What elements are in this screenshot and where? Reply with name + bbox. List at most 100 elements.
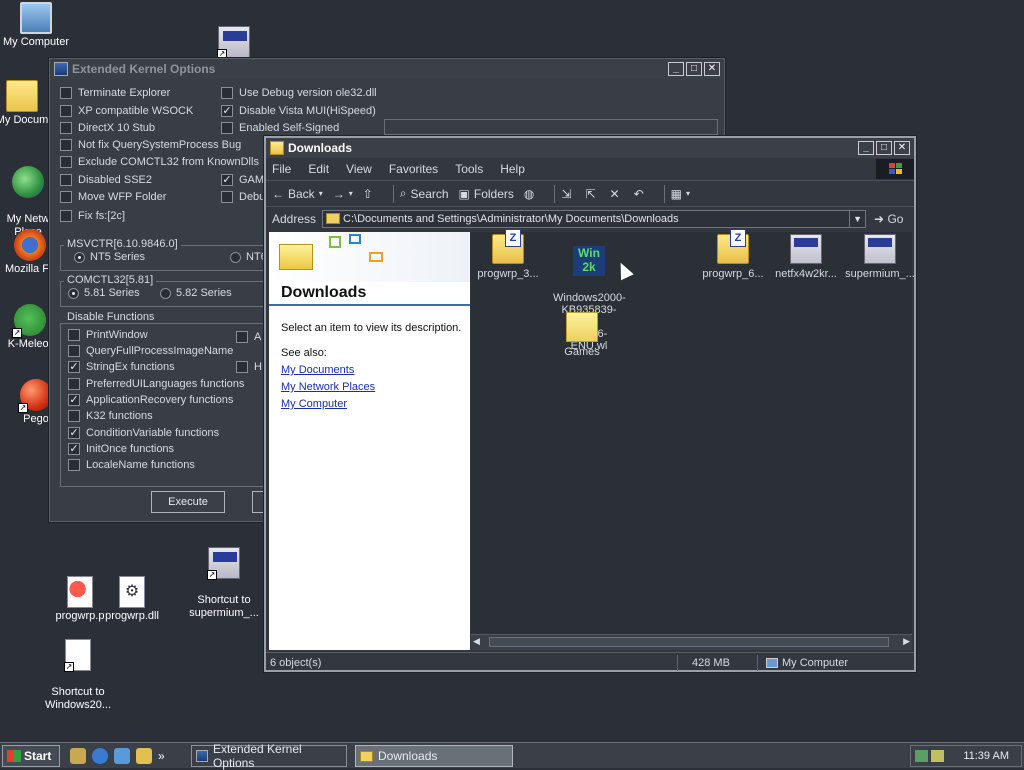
up-folder-button[interactable]: ⇧ bbox=[363, 187, 377, 201]
quick-launch-overflow-icon[interactable]: » bbox=[158, 749, 165, 763]
maximize-button[interactable]: □ bbox=[686, 62, 702, 76]
history-button[interactable]: ◍ bbox=[524, 187, 538, 201]
desktop-icon-progwrp-dll[interactable]: ⚙ progwrp.dll bbox=[92, 576, 172, 623]
menu-file[interactable]: File bbox=[272, 162, 291, 176]
radio-582[interactable]: 5.82 Series bbox=[160, 287, 232, 299]
close-button[interactable]: ✕ bbox=[894, 141, 910, 155]
radio-nt5[interactable]: NT5 Series bbox=[74, 251, 145, 263]
checkbox-move-wfp[interactable]: Move WFP Folder bbox=[60, 191, 166, 203]
radio-dot[interactable] bbox=[230, 251, 241, 263]
checkbox-printwindow[interactable]: PrintWindow bbox=[68, 329, 148, 341]
menu-favorites[interactable]: Favorites bbox=[389, 162, 438, 176]
go-button[interactable]: ➜ Go bbox=[874, 212, 903, 226]
menu-help[interactable]: Help bbox=[500, 162, 525, 176]
checkbox-box[interactable] bbox=[68, 459, 80, 471]
checkbox-gam[interactable]: ✓ GAM bbox=[221, 174, 264, 186]
internet-explorer-icon[interactable] bbox=[92, 747, 108, 764]
scroll-left-icon[interactable]: ◀ bbox=[473, 636, 480, 647]
maximize-button[interactable]: □ bbox=[876, 141, 892, 155]
address-input[interactable]: C:\Documents and Settings\Administrator\… bbox=[322, 209, 867, 228]
back-button[interactable]: ← Back ▾ bbox=[272, 187, 323, 201]
volume-tray-icon[interactable] bbox=[931, 750, 944, 762]
scroll-right-icon[interactable]: ▶ bbox=[903, 636, 910, 647]
checkbox-box[interactable] bbox=[68, 410, 80, 422]
views-button[interactable]: ▦ ▾ bbox=[671, 187, 690, 201]
radio-dot[interactable] bbox=[160, 287, 171, 299]
file-item[interactable]: progwrp_3... bbox=[472, 229, 544, 280]
checkbox-box[interactable] bbox=[68, 378, 80, 390]
checkbox-box[interactable] bbox=[60, 122, 72, 134]
downloads-titlebar[interactable]: Downloads _ □ ✕ bbox=[266, 138, 914, 158]
checkbox-initonce[interactable]: ✓ InitOnce functions bbox=[68, 443, 174, 455]
checkbox-k32[interactable]: K32 functions bbox=[68, 410, 153, 422]
task-downloads[interactable]: Downloads bbox=[355, 745, 513, 767]
search-button[interactable]: ⌕ Search bbox=[400, 186, 449, 201]
radio-dot[interactable] bbox=[74, 251, 85, 263]
task-kernel-options[interactable]: Extended Kernel Options bbox=[191, 742, 347, 770]
move-to-button[interactable]: ⇲ bbox=[561, 187, 575, 201]
outlook-express-icon[interactable] bbox=[114, 747, 130, 764]
checkbox-stringex[interactable]: ✓ StringEx functions bbox=[68, 361, 175, 373]
checkbox-box[interactable]: ✓ bbox=[221, 174, 233, 186]
link-my-documents[interactable]: My Documents bbox=[281, 364, 354, 376]
file-item[interactable]: supermium_... bbox=[844, 234, 916, 280]
checkbox-directx-stub[interactable]: DirectX 10 Stub bbox=[60, 122, 155, 134]
checkbox-localename[interactable]: LocaleName functions bbox=[68, 459, 195, 471]
checkbox-box[interactable] bbox=[60, 210, 72, 222]
checkbox-disable-vista-mui[interactable]: ✓ Disable Vista MUI(HiSpeed) bbox=[221, 105, 376, 117]
checkbox-partial-a[interactable]: A bbox=[236, 331, 261, 343]
file-list-pane[interactable]: progwrp_3... Win2k Windows2000- KB935839… bbox=[471, 229, 915, 650]
folders-button[interactable]: ▣ Folders bbox=[459, 187, 514, 201]
explorer-icon[interactable] bbox=[136, 747, 152, 764]
checkbox-box[interactable] bbox=[60, 191, 72, 203]
checkbox-box[interactable] bbox=[60, 105, 72, 117]
horizontal-scrollbar[interactable]: ◀ ▶ bbox=[471, 634, 912, 650]
scroll-thumb[interactable] bbox=[489, 637, 889, 647]
delete-button[interactable]: ✕ bbox=[610, 187, 624, 201]
desktop-icon-shortcut-supermium[interactable]: ↗ Shortcut to supermium_... bbox=[184, 534, 264, 620]
checkbox-box[interactable]: ✓ bbox=[68, 427, 80, 439]
file-item[interactable]: Games bbox=[546, 312, 618, 358]
clock[interactable]: 11:39 AM bbox=[963, 750, 1009, 762]
radio-dot[interactable] bbox=[68, 287, 79, 299]
chevron-down-icon[interactable]: ▼ bbox=[849, 210, 865, 227]
checkbox-fix-fs[interactable]: Fix fs:[2c] bbox=[60, 210, 125, 222]
link-my-computer[interactable]: My Computer bbox=[281, 398, 347, 410]
checkbox-box[interactable] bbox=[236, 361, 248, 373]
checkbox-box[interactable]: ✓ bbox=[68, 361, 80, 373]
checkbox-box[interactable] bbox=[68, 329, 80, 341]
checkbox-box[interactable] bbox=[221, 122, 233, 134]
forward-button[interactable]: → ▾ bbox=[333, 187, 353, 201]
minimize-button[interactable]: _ bbox=[858, 141, 874, 155]
menu-view[interactable]: View bbox=[346, 162, 372, 176]
checkbox-debug-ole32[interactable]: Use Debug version ole32.dll bbox=[221, 87, 377, 99]
desktop-icon-shortcut-windows2000[interactable]: ↗ Shortcut to Windows20... bbox=[38, 626, 118, 712]
checkbox-exclude-comctl[interactable]: Exclude COMCTL32 from KnownDlls bbox=[60, 156, 259, 168]
checkbox-box[interactable] bbox=[60, 174, 72, 186]
radio-nt6[interactable]: NT6 bbox=[230, 251, 267, 263]
copy-to-button[interactable]: ⇱ bbox=[585, 187, 599, 201]
minimize-button[interactable]: _ bbox=[668, 62, 684, 76]
execute-button[interactable]: Execute bbox=[151, 491, 225, 513]
checkbox-box[interactable] bbox=[221, 191, 233, 203]
kernel-options-titlebar[interactable]: Extended Kernel Options _ □ ✕ bbox=[50, 59, 724, 79]
file-item[interactable]: netfx4w2kr... bbox=[770, 234, 842, 280]
checkbox-terminate-explorer[interactable]: Terminate Explorer bbox=[60, 87, 170, 99]
checkbox-xp-wsock[interactable]: XP compatible WSOCK bbox=[60, 105, 193, 117]
checkbox-box[interactable] bbox=[221, 87, 233, 99]
link-my-network-places[interactable]: My Network Places bbox=[281, 381, 375, 393]
checkbox-box[interactable] bbox=[60, 87, 72, 99]
checkbox-qfpin[interactable]: QueryFullProcessImageName bbox=[68, 345, 233, 357]
desktop-icon-my-computer[interactable]: My Computer bbox=[0, 2, 76, 49]
checkbox-query-bug[interactable]: Not fix QuerySystemProcess Bug bbox=[60, 139, 241, 151]
network-tray-icon[interactable] bbox=[915, 750, 928, 762]
checkbox-debu[interactable]: Debu bbox=[221, 191, 265, 203]
start-button[interactable]: Start bbox=[2, 744, 60, 767]
checkbox-box[interactable]: ✓ bbox=[68, 443, 80, 455]
checkbox-box[interactable]: ✓ bbox=[68, 394, 80, 406]
checkbox-partial-h[interactable]: H bbox=[236, 361, 262, 373]
checkbox-disabled-sse2[interactable]: Disabled SSE2 bbox=[60, 174, 152, 186]
file-item[interactable]: progwrp_6... bbox=[697, 229, 769, 280]
checkbox-box[interactable] bbox=[236, 331, 248, 343]
close-button[interactable]: ✕ bbox=[704, 62, 720, 76]
